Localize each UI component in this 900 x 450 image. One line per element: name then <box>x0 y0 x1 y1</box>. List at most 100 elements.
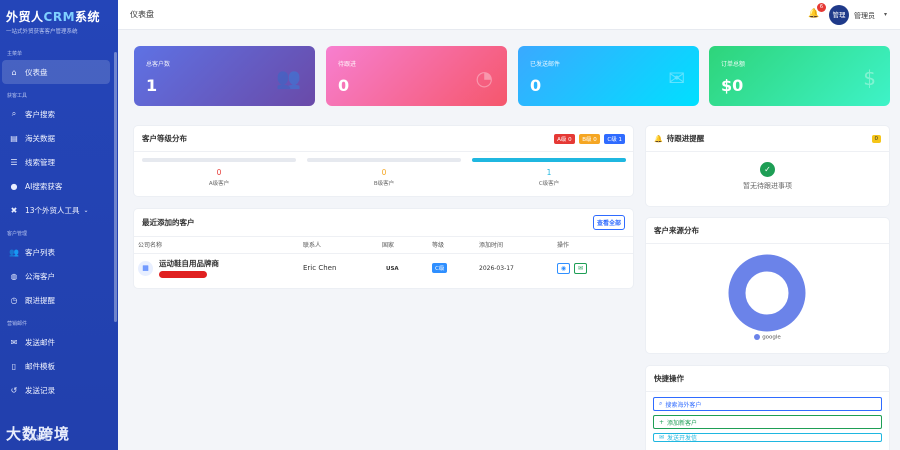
badge-level-a: A级 0 <box>554 133 575 144</box>
action-label: 发送开发信 <box>667 435 698 442</box>
sidebar-item-label: 线索管理 <box>25 157 55 167</box>
user-name[interactable]: 管理员 <box>854 11 875 21</box>
sidebar-item-customer-list[interactable]: 👥 客户列表 <box>2 240 110 264</box>
level-c-item: 1 C级客户 <box>472 158 626 187</box>
card-header: 最近添加的客户 查看全部 <box>134 209 633 237</box>
company-name[interactable]: 运动鞋自用品牌商 <box>159 258 219 269</box>
column-header: 公司名称 <box>134 237 299 254</box>
topbar: 仪表盘 <box>118 0 900 30</box>
country-code: USA <box>386 266 399 273</box>
dollar-icon: $ <box>863 66 876 90</box>
level-a-bar <box>142 158 296 162</box>
legend-label: google <box>762 334 781 341</box>
reminders-empty-state: ✓ 暂无待跟进事项 <box>646 152 889 191</box>
sidebar-item-follow-up[interactable]: ◷ 跟进提醒 <box>2 288 110 312</box>
avatar[interactable]: 管理 <box>829 5 849 25</box>
source-distribution-card: 客户来源分布 google <box>646 218 889 353</box>
view-button[interactable]: ◉ <box>557 262 570 274</box>
level-badge: C级 <box>432 263 448 274</box>
brand-title: 外贸人CRM系统 <box>6 8 112 25</box>
level-label: A级客户 <box>208 181 230 187</box>
reminder-count-badge: 0 <box>871 134 881 143</box>
stat-label: 订单总额 <box>721 61 746 68</box>
table-header-row: 公司名称 联系人 国家 等级 添加时间 操作 <box>134 237 633 254</box>
brand-suffix: 系统 <box>75 10 101 24</box>
contact-cell: Eric Chen <box>303 264 337 273</box>
search-icon: ⌕ <box>659 400 663 407</box>
sidebar-item-label: 发送记录 <box>25 385 55 395</box>
sidebar-item-label: 跟进提醒 <box>25 295 55 305</box>
watermark-small-text: 产品管理 <box>24 435 49 442</box>
column-header: 国家 <box>378 237 428 254</box>
users-icon: 👥 <box>9 247 19 257</box>
card-header: 🔔 待跟进提醒 0 <box>646 126 889 152</box>
level-distribution-card: 客户等级分布 A级 0 B级 0 C级 1 0 A级客户 0 B级客户 1 C级… <box>134 126 633 196</box>
sidebar-item-send-email[interactable]: ✉ 发送邮件 <box>2 330 110 354</box>
sidebar-item-send-history[interactable]: ↺ 发送记录 <box>2 378 110 402</box>
stat-label: 已发送邮件 <box>530 61 561 68</box>
add-user-icon: + <box>659 418 665 426</box>
column-header: 等级 <box>428 237 475 254</box>
notification-button[interactable]: 🔔 6 <box>808 3 826 19</box>
database-icon: ▤ <box>10 133 18 143</box>
sidebar-item-leads[interactable]: ☰ 线索管理 <box>2 150 110 174</box>
sidebar-item-label: 仪表盘 <box>25 67 48 77</box>
stat-label: 待跟进 <box>338 61 357 68</box>
source-donut-chart <box>728 254 806 332</box>
sidebar-item-customer-search[interactable]: ⌕ 客户搜索 <box>2 102 110 126</box>
envelope-icon: ✉ <box>659 434 665 441</box>
view-all-button[interactable]: 查看全部 <box>592 215 625 230</box>
sidebar-item-email-templates[interactable]: ▯ 邮件模板 <box>2 354 110 378</box>
search-icon: ⌕ <box>11 109 17 118</box>
level-cell: C级 <box>428 253 475 283</box>
column-header: 操作 <box>553 237 633 254</box>
email-button[interactable]: ✉ <box>574 262 587 274</box>
sidebar-item-customs-data[interactable]: ▤ 海关数据 <box>2 126 110 150</box>
column-header: 添加时间 <box>475 237 553 254</box>
sidebar-item-public-pool[interactable]: ◍ 公海客户 <box>2 264 110 288</box>
sidebar-item-label: 客户列表 <box>25 247 55 257</box>
column-header: 联系人 <box>299 237 378 254</box>
stat-card-total-customers: 总客户数 1 👥 <box>134 46 315 106</box>
robot-icon: ● <box>10 181 18 191</box>
section-title-email: 营销邮件 <box>7 321 28 327</box>
actions-cell: ◉ ✉ <box>553 253 633 283</box>
table-row[interactable]: ▦ 运动鞋自用品牌商 Eric Chen USA C级 2026-03-17 ◉… <box>134 253 633 283</box>
envelope-icon: ✉ <box>577 264 584 272</box>
quick-actions-card: 快捷操作 ⌕ 搜索海外客户 + 添加新客户 ✉ 发送开发信 <box>646 366 889 450</box>
level-count: 0 <box>381 168 387 177</box>
level-count: 0 <box>216 168 222 177</box>
sidebar-item-label: 发送邮件 <box>25 337 55 347</box>
notification-count-badge: 6 <box>817 3 826 12</box>
home-icon: ⌂ <box>11 67 17 77</box>
sidebar-item-dashboard[interactable]: ⌂ 仪表盘 <box>2 60 110 84</box>
send-email-button[interactable]: ✉ 发送开发信 <box>653 433 882 442</box>
company-cell: ▦ 运动鞋自用品牌商 <box>134 253 299 283</box>
stat-value: 0 <box>338 76 350 95</box>
sidebar-item-label: 客户搜索 <box>25 109 55 119</box>
recent-customers-table: 公司名称 联系人 国家 等级 添加时间 操作 ▦ 运动鞋自用品牌商 Eric C… <box>134 237 633 283</box>
level-b-bar <box>307 158 461 162</box>
stat-card-pending-follow-up: 待跟进 0 ◔ <box>326 46 507 106</box>
sidebar-scrollbar[interactable] <box>114 52 117 322</box>
list-icon: ☰ <box>10 157 18 167</box>
card-title: 快捷操作 <box>654 374 684 383</box>
sidebar-item-tools[interactable]: ✖ 13个外贸人工具 ⌄ <box>2 198 110 222</box>
level-a-item: 0 A级客户 <box>142 158 296 187</box>
empty-text: 暂无待跟进事项 <box>743 182 792 190</box>
sidebar: 外贸人CRM系统 一站式外贸获客客户管理系统 主菜单 ⌂ 仪表盘 获客工具 ⌕ 客户… <box>0 0 118 450</box>
stat-card-order-total: 订单总额 $0 $ <box>709 46 890 106</box>
level-b-item: 0 B级客户 <box>307 158 461 187</box>
bell-icon: 🔔 <box>654 134 663 143</box>
clock-icon: ◔ <box>475 66 493 90</box>
card-title: 客户等级分布 <box>142 134 187 143</box>
users-icon: 👥 <box>276 66 301 90</box>
search-customers-button[interactable]: ⌕ 搜索海外客户 <box>653 397 882 411</box>
envelope-icon: ✉ <box>668 66 685 90</box>
sidebar-item-label: 邮件模板 <box>25 361 55 371</box>
add-customer-button[interactable]: + 添加新客户 <box>653 415 882 429</box>
card-title: 待跟进提醒 <box>666 134 705 143</box>
donut-slice-google[interactable] <box>728 254 806 332</box>
chevron-down-icon[interactable]: ▾ <box>884 11 887 18</box>
sidebar-item-ai-search[interactable]: ● AI搜索获客 <box>2 174 110 198</box>
